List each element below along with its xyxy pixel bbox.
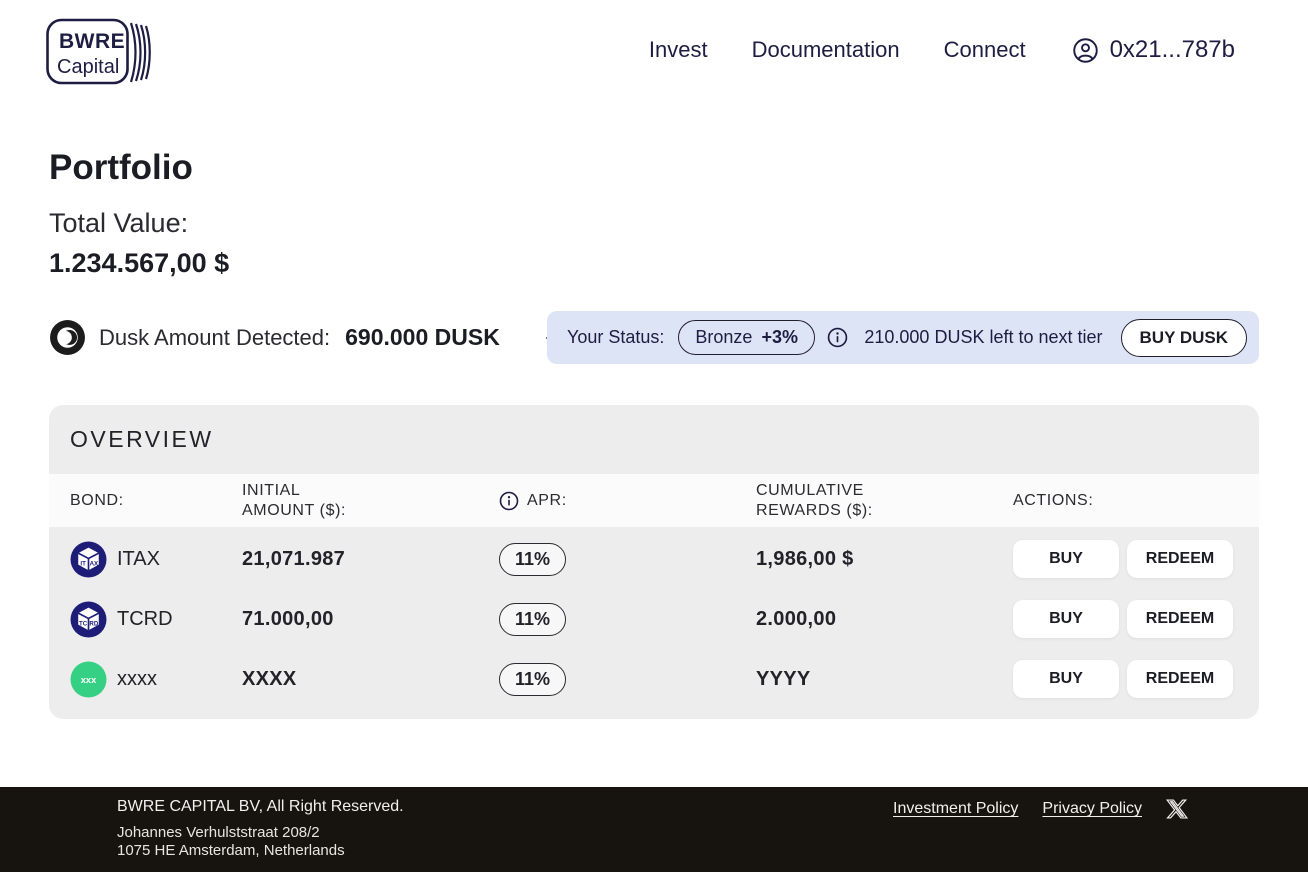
footer-company-block: BWRE CAPITAL BV, All Right Reserved. Joh…: [117, 798, 404, 860]
apr-cell: 11%: [499, 663, 756, 696]
actions-cell: BUY REDEEM: [1013, 540, 1259, 578]
wallet-address: 0x21...787b: [1110, 36, 1235, 64]
svg-text:TC: TC: [79, 620, 88, 627]
col-bond: BOND:: [70, 491, 242, 511]
buy-button[interactable]: BUY: [1013, 540, 1119, 578]
status-label: Your Status:: [567, 327, 664, 348]
table-row-tcrd: TC RD TCRD 71.000,00 11% 2.000,00 BUY RE…: [49, 589, 1259, 649]
col-actions: ACTIONS:: [1013, 491, 1259, 511]
redeem-button[interactable]: REDEEM: [1127, 600, 1233, 638]
svg-text:BWRE: BWRE: [59, 30, 125, 53]
wallet-menu[interactable]: 0x21...787b: [1072, 36, 1235, 64]
buy-dusk-button[interactable]: BUY DUSK: [1121, 319, 1247, 357]
redeem-button[interactable]: REDEEM: [1127, 660, 1233, 698]
investment-policy-link[interactable]: Investment Policy: [893, 800, 1018, 818]
tier-bonus: +3%: [761, 327, 798, 348]
actions-cell: BUY REDEEM: [1013, 660, 1259, 698]
nav-documentation[interactable]: Documentation: [752, 37, 900, 63]
tcrd-token-icon: TC RD: [70, 601, 107, 638]
col-cumulative-rewards: CUMULATIVE REWARDS ($):: [756, 481, 881, 521]
initial-amount-value: 71.000,00: [242, 608, 499, 631]
bond-symbol: ITAX: [117, 548, 160, 571]
svg-text:Capital: Capital: [57, 56, 119, 78]
overview-title-band: OVERVIEW: [49, 405, 1259, 474]
next-tier-remaining: 210.000 DUSK left to next tier: [864, 327, 1102, 348]
buy-button[interactable]: BUY: [1013, 660, 1119, 698]
tier-name: Bronze: [695, 327, 752, 348]
footer-links: Investment Policy Privacy Policy: [893, 798, 1188, 820]
overview-rows: IT AX ITAX 21,071.987 11% 1,986,00 $ BUY…: [49, 527, 1259, 719]
overview-title: OVERVIEW: [70, 426, 214, 453]
dusk-amount-value: 690.000 DUSK: [345, 324, 500, 351]
actions-cell: BUY REDEEM: [1013, 600, 1259, 638]
apr-pill: 11%: [499, 663, 566, 696]
footer-address-line1: Johannes Verhulststraat 208/2: [117, 824, 404, 842]
rewards-value: 1,986,00 $: [756, 548, 1013, 571]
account-circle-icon: [1072, 37, 1099, 64]
apr-pill: 11%: [499, 603, 566, 636]
x-social-icon[interactable]: [1166, 798, 1188, 820]
footer-address-line2: 1075 HE Amsterdam, Netherlands: [117, 842, 404, 860]
footer: BWRE CAPITAL BV, All Right Reserved. Joh…: [0, 787, 1308, 872]
tier-pill[interactable]: Bronze +3%: [678, 320, 815, 355]
dusk-amount-label: Dusk Amount Detected:: [99, 325, 330, 351]
col-apr-label: APR:: [527, 491, 567, 511]
dusk-detected-row: Dusk Amount Detected: 690.000 DUSK ⟶: [49, 311, 582, 364]
svg-text:RD: RD: [89, 620, 98, 627]
bond-symbol: TCRD: [117, 608, 173, 631]
page-title: Portfolio: [49, 148, 193, 188]
buy-button[interactable]: BUY: [1013, 600, 1119, 638]
rewards-value: 2.000,00: [756, 608, 1013, 631]
redeem-button[interactable]: REDEEM: [1127, 540, 1233, 578]
col-apr: APR:: [499, 491, 756, 511]
bond-cell: IT AX ITAX: [70, 541, 242, 578]
overview-panel: OVERVIEW BOND: INITIAL AMOUNT ($): APR: …: [49, 405, 1259, 719]
nav-connect[interactable]: Connect: [944, 37, 1026, 63]
bond-cell: TC RD TCRD: [70, 601, 242, 638]
svg-text:IT: IT: [80, 560, 86, 567]
footer-company: BWRE CAPITAL BV, All Right Reserved.: [117, 798, 404, 816]
page: BWRE Capital Invest Documentation Connec…: [0, 0, 1308, 872]
dusk-token-icon: [49, 319, 86, 356]
status-info-icon[interactable]: [827, 327, 848, 348]
top-navigation-bar: BWRE Capital Invest Documentation Connec…: [0, 0, 1308, 100]
main-nav: Invest Documentation Connect 0x21...787b: [649, 0, 1235, 100]
bond-symbol: xxxx: [117, 668, 157, 691]
table-row-xxxx: xxx xxxx XXXX 11% YYYY BUY REDEEM: [49, 649, 1259, 709]
status-bar: Your Status: Bronze +3% 210.000 DUSK lef…: [547, 311, 1259, 364]
logo-graphic: BWRE Capital: [46, 18, 154, 88]
bwre-capital-logo[interactable]: BWRE Capital: [46, 18, 154, 88]
svg-text:AX: AX: [90, 560, 99, 567]
initial-amount-value: 21,071.987: [242, 548, 499, 571]
privacy-policy-link[interactable]: Privacy Policy: [1042, 800, 1142, 818]
apr-cell: 11%: [499, 543, 756, 576]
xxxx-token-icon: xxx: [70, 661, 107, 698]
apr-pill: 11%: [499, 543, 566, 576]
col-initial-amount: INITIAL AMOUNT ($):: [242, 481, 367, 521]
initial-amount-value: XXXX: [242, 668, 499, 691]
itax-token-icon: IT AX: [70, 541, 107, 578]
apr-info-icon[interactable]: [499, 491, 519, 511]
apr-cell: 11%: [499, 603, 756, 636]
bond-cell: xxx xxxx: [70, 661, 242, 698]
svg-text:xxx: xxx: [81, 675, 97, 685]
total-value-label: Total Value:: [49, 208, 188, 239]
nav-invest[interactable]: Invest: [649, 37, 708, 63]
table-row-itax: IT AX ITAX 21,071.987 11% 1,986,00 $ BUY…: [49, 529, 1259, 589]
rewards-value: YYYY: [756, 668, 1013, 691]
overview-header-row: BOND: INITIAL AMOUNT ($): APR: CUMULATIV…: [49, 474, 1259, 527]
total-value: 1.234.567,00 $: [49, 248, 229, 279]
